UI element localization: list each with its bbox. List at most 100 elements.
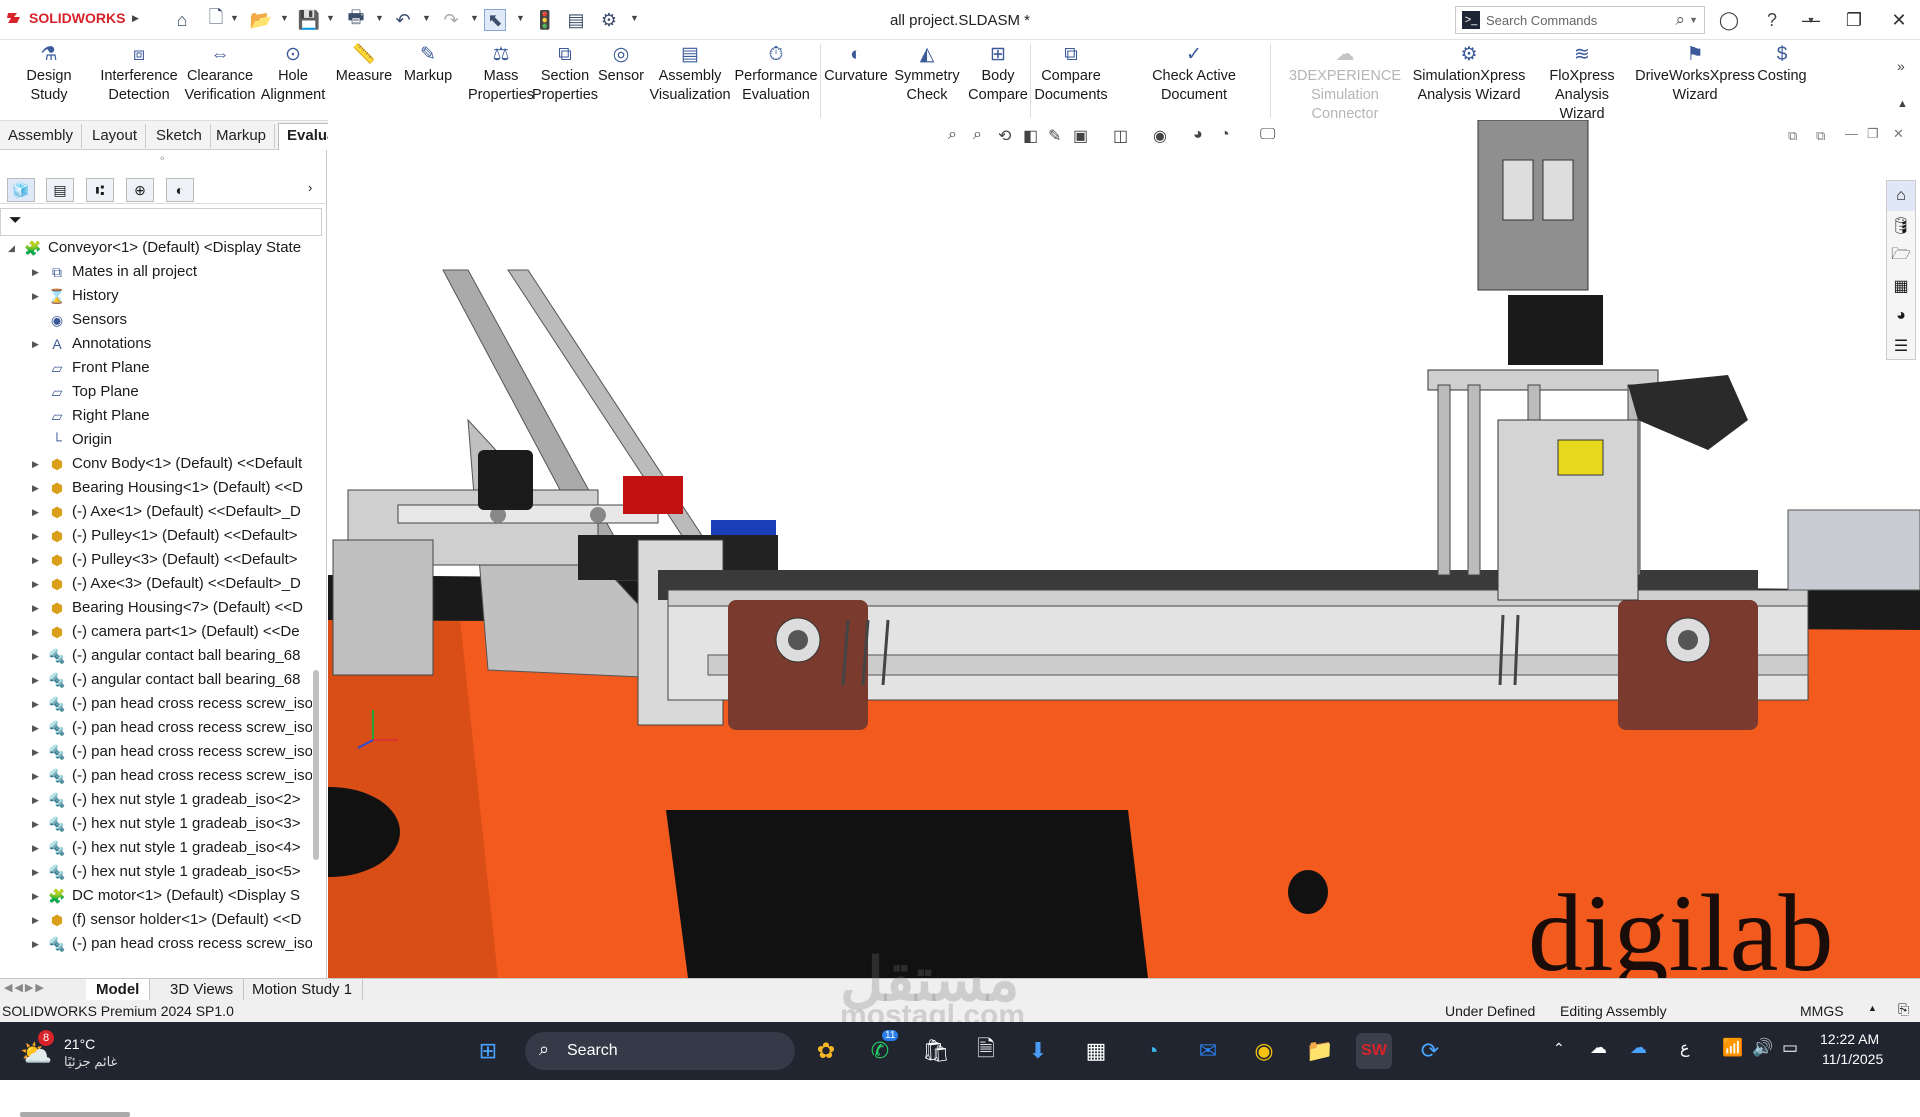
save-icon[interactable]: 💾 (298, 9, 320, 31)
panel-grip-icon[interactable]: ⚬ (158, 154, 166, 165)
select-icon[interactable]: ⬉ (484, 9, 506, 31)
ribbon-section-properties-button[interactable]: ⧉ Section Properties (532, 44, 598, 105)
ribbon-simxpress-button[interactable]: ⚙ SimulationXpress Analysis Wizard (1413, 44, 1526, 105)
ribbon-more-icon[interactable]: » (1897, 58, 1905, 74)
collapse-arrow-icon[interactable]: ◢ (8, 236, 15, 260)
expand-arrow-icon[interactable]: ▶ (32, 260, 39, 284)
word-icon[interactable]: 🗎 (968, 1033, 1004, 1069)
file-explorer-taskbar-icon[interactable]: 📁 (1302, 1033, 1338, 1069)
view-settings-icon[interactable]: 🖵 (1260, 126, 1275, 148)
graphics-area[interactable]: digilab ⌂ 🛢 🗁 ▦ ◕ ☰ (328, 120, 1920, 978)
viewport-close-icon[interactable]: ✕ (1893, 126, 1904, 142)
print-caret-icon[interactable]: ▼ (375, 13, 384, 23)
print-icon[interactable]: 🖶 (345, 7, 367, 31)
minimize-icon[interactable]: — (1800, 9, 1822, 31)
ribbon-check-document-button[interactable]: ✓ Check Active Document (1118, 44, 1270, 105)
ribbon-3dx-button[interactable]: ☁ 3DEXPERIENCE Simulation Connector (1277, 44, 1413, 124)
tree-item[interactable]: ▶ A Annotations (0, 332, 312, 356)
tree-item[interactable]: ◢ 🧩 Conveyor<1> (Default) <Display State (0, 236, 312, 260)
box-icon[interactable]: ⬇ (1020, 1033, 1056, 1069)
expand-arrow-icon[interactable]: ▶ (32, 548, 39, 572)
tree-item[interactable]: ▶ 🧩 DC motor<1> (Default) <Display S (0, 884, 312, 908)
scene-icon[interactable]: ◔ (1220, 126, 1230, 148)
tree-item[interactable]: ▶ 🔩 (-) hex nut style 1 gradeab_iso<5> (0, 860, 312, 884)
customize-icon[interactable]: ⎘ (1898, 1001, 1909, 1018)
solidworks-logo[interactable]: SOLIDWORKS (6, 9, 125, 27)
tree-item[interactable]: ▱ Right Plane (0, 404, 312, 428)
tree-item[interactable]: ▶ ⬢ (-) camera part<1> (Default) <<De (0, 620, 312, 644)
expand-arrow-icon[interactable]: ▶ (32, 452, 39, 476)
tree-item[interactable]: ▱ Front Plane (0, 356, 312, 380)
tree-item[interactable]: ▶ ⬢ (-) Axe<3> (Default) <<Default>_D (0, 572, 312, 596)
expand-arrow-icon[interactable]: ▶ (32, 884, 39, 908)
units-caret-icon[interactable]: ▲ (1868, 1003, 1877, 1013)
expand-arrow-icon[interactable]: ▶ (32, 332, 39, 356)
feature-manager-tab-icon[interactable]: 🧊 (7, 178, 35, 202)
user-icon[interactable]: ◯ (1718, 9, 1740, 31)
menu-expand-icon[interactable]: ▶ (132, 13, 139, 24)
property-manager-tab-icon[interactable]: ▤ (46, 178, 74, 202)
ribbon-clearance-button[interactable]: ⇔ Clearance Verification (184, 44, 256, 105)
tree-item[interactable]: ▶ ⬢ (-) Pulley<3> (Default) <<Default> (0, 548, 312, 572)
ribbon-collapse-icon[interactable]: ▲ (1897, 98, 1908, 110)
file-explorer-icon[interactable]: 🗁 (1887, 241, 1915, 271)
expand-arrow-icon[interactable]: ▶ (32, 788, 39, 812)
display-manager-tab-icon[interactable]: ◐ (166, 178, 194, 202)
filter-icon[interactable]: ⏷ (9, 212, 22, 230)
calculator-icon[interactable]: ▦ (1078, 1033, 1114, 1069)
expand-arrow-icon[interactable]: ▶ (32, 572, 39, 596)
restore-icon[interactable]: ❐ (1843, 9, 1865, 31)
select-caret-icon[interactable]: ▼ (516, 13, 525, 23)
language-indicator[interactable]: ع (1680, 1038, 1690, 1058)
bottom-tab-motion-study-1[interactable]: Motion Study 1 (242, 979, 364, 1000)
hide-show-icon[interactable]: ◉ (1153, 126, 1167, 148)
expand-arrow-icon[interactable]: ▶ (32, 644, 39, 668)
viewport-restore-icon[interactable]: ❐ (1867, 126, 1879, 142)
ribbon-performance-button[interactable]: ⏱ Performance Evaluation (735, 44, 818, 105)
home-icon[interactable]: ⌂ (171, 9, 193, 31)
ribbon-design-study-button[interactable]: ⚗ Design Study (8, 44, 90, 105)
tab-layout[interactable]: Layout (84, 124, 147, 148)
expand-arrow-icon[interactable]: ▶ (32, 764, 39, 788)
expand-arrow-icon[interactable]: ▶ (32, 596, 39, 620)
view-palette-icon[interactable]: ▦ (1887, 271, 1915, 301)
close-icon[interactable]: ✕ (1888, 9, 1910, 31)
tree-item[interactable]: ▶ ⬢ (-) Pulley<1> (Default) <<Default> (0, 524, 312, 548)
battery-icon[interactable]: ▭ (1782, 1038, 1798, 1058)
file-properties-icon[interactable]: ▤ (565, 9, 587, 31)
start-icon[interactable]: ⊞ (470, 1033, 506, 1069)
bottom-tab-model[interactable]: Model (86, 979, 151, 1000)
outlook-icon[interactable]: ✉ (1190, 1033, 1226, 1069)
ribbon-markup-button[interactable]: ✎ Markup (398, 44, 458, 86)
viewport-tile-icon[interactable]: ⧉ (1788, 128, 1797, 144)
tree-vertical-scrollbar[interactable] (313, 670, 319, 860)
tree-item[interactable]: ▶ 🔩 (-) hex nut style 1 gradeab_iso<4> (0, 836, 312, 860)
tree-item[interactable]: └ Origin (0, 428, 312, 452)
zoom-to-fit-icon[interactable]: ⌕ (948, 126, 957, 148)
volume-icon[interactable]: 🔊 (1752, 1038, 1773, 1058)
ribbon-mass-properties-button[interactable]: ⚖ Mass Properties (468, 44, 534, 105)
ribbon-measure-button[interactable]: 📏 Measure (334, 44, 394, 86)
taskbar-search[interactable]: ⌕ Search (525, 1032, 795, 1070)
undo-icon[interactable]: ↶ (392, 9, 414, 31)
ribbon-floxpress-button[interactable]: ≋ FloXpress Analysis Wizard (1532, 44, 1632, 124)
ribbon-costing-button[interactable]: $ Costing (1752, 44, 1812, 86)
search-caret-icon[interactable]: ▼ (1689, 15, 1698, 25)
onedrive-icon[interactable]: ☁ (1630, 1038, 1647, 1058)
tree-item[interactable]: ▶ 🔩 (-) hex nut style 1 gradeab_iso<2> (0, 788, 312, 812)
tree-item[interactable]: ▶ ⬢ (-) Axe<1> (Default) <<Default>_D (0, 500, 312, 524)
wifi-icon[interactable]: 📶 (1722, 1038, 1743, 1058)
expand-arrow-icon[interactable]: ▶ (32, 740, 39, 764)
chrome-icon[interactable]: ◉ (1246, 1033, 1282, 1069)
ribbon-curvature-button[interactable]: ◐ Curvature (824, 44, 888, 86)
tree-horizontal-scrollbar[interactable] (20, 1112, 130, 1117)
design-library-icon[interactable]: 🛢 (1887, 211, 1915, 241)
ribbon-interference-button[interactable]: ⧈ Interference Detection (100, 44, 177, 105)
search-icon[interactable]: ⌕ (1676, 10, 1686, 30)
section-view-icon[interactable]: ◧ (1023, 126, 1038, 148)
expand-arrow-icon[interactable]: ▶ (32, 500, 39, 524)
tree-item[interactable]: ◉ Sensors (0, 308, 312, 332)
tree-item[interactable]: ▶ 🔩 (-) angular contact ball bearing_68 (0, 644, 312, 668)
solidworks-resources-icon[interactable]: ⌂ (1887, 181, 1915, 211)
ribbon-compare-documents-button[interactable]: ⧉ Compare Documents (1034, 44, 1107, 105)
